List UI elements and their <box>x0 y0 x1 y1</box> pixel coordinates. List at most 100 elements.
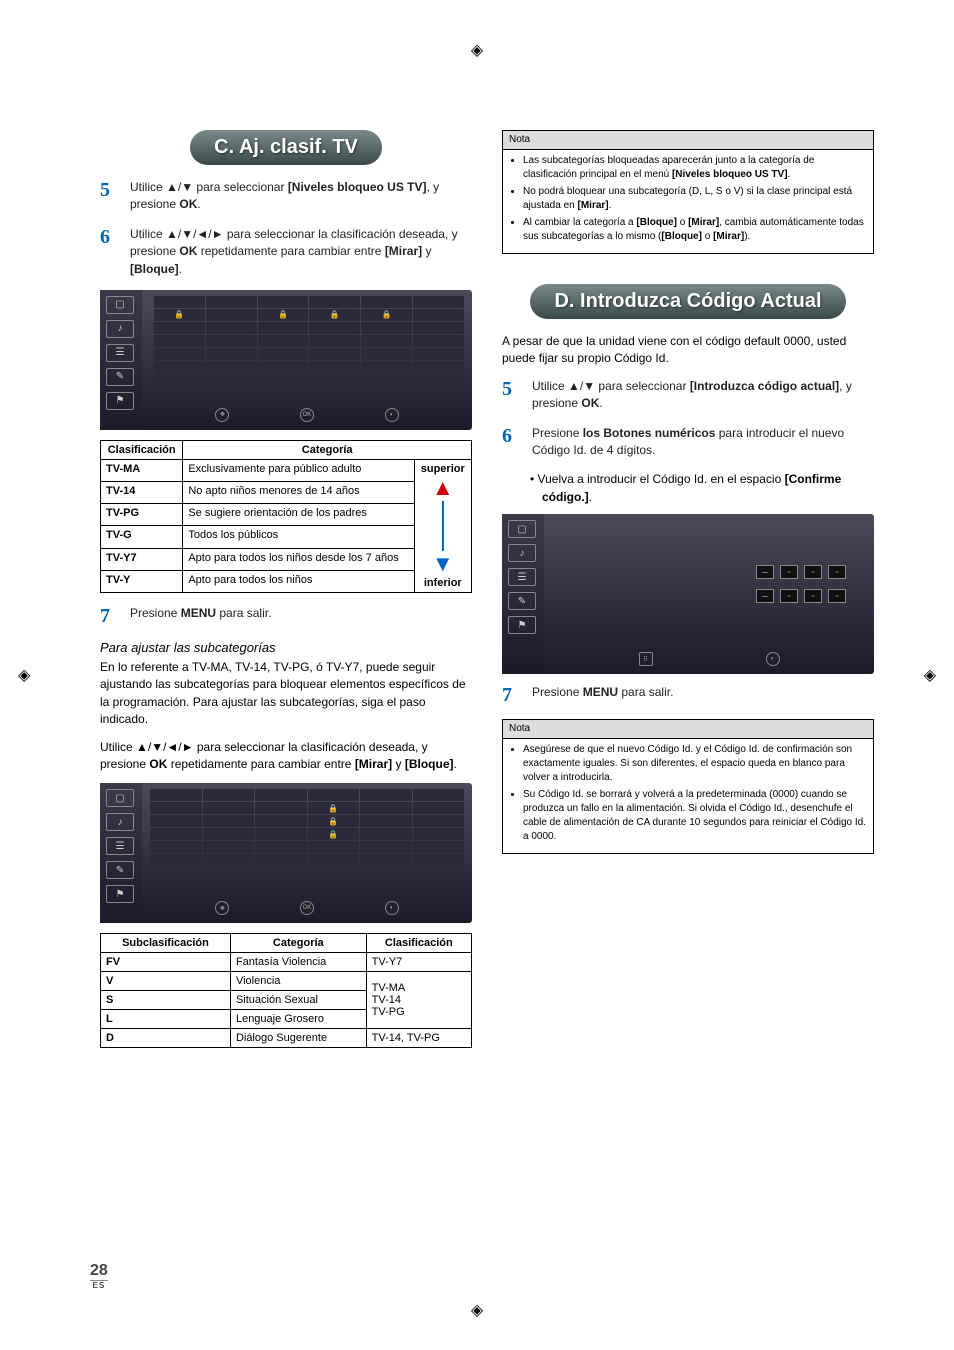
table-cell: Todos los públicos <box>183 526 414 548</box>
sidebar-picture-icon: ▢ <box>508 520 536 538</box>
note-item: No podrá bloquear una subcategoría (D, L… <box>523 185 867 213</box>
crop-mark-icon: ◈ <box>471 1300 483 1320</box>
table-row: D <box>101 1029 231 1048</box>
code-digit: - <box>828 589 846 603</box>
table-cell: TV-14, TV-PG <box>366 1029 471 1048</box>
th-subclass: Subclasificación <box>101 934 231 953</box>
subcategories-para: En lo referente a TV-MA, TV-14, TV-PG, ó… <box>100 659 472 729</box>
step-d7-text: Presione MENU para salir. <box>532 684 673 707</box>
code-digit: - <box>780 565 798 579</box>
osd-screenshot-subratings: ▢ ♪ ☰ ✎ ⚑ 🔒 🔒 🔒 <box>100 783 472 923</box>
inferior-label: inferior <box>424 577 462 589</box>
step-number: 6 <box>100 226 118 278</box>
section-c-title: C. Aj. clasif. TV <box>190 130 382 165</box>
th-category: Categoría <box>230 934 366 953</box>
table-cell: Apto para todos los niños desde los 7 añ… <box>183 548 414 570</box>
sidebar-picture-icon: ▢ <box>106 789 134 807</box>
sidebar-sound-icon: ♪ <box>508 544 536 562</box>
note-box-1: Nota Las subcategorías bloqueadas aparec… <box>502 130 874 254</box>
crop-mark-icon: ◈ <box>924 665 936 685</box>
table-cell: Se sugiere orientación de los padres <box>183 504 414 526</box>
table-row: V <box>101 972 231 991</box>
page-lang: ES <box>90 1280 108 1290</box>
sidebar-features-icon: ☰ <box>508 568 536 586</box>
code-digit: - <box>804 589 822 603</box>
step-d5-text: Utilice ▲/▼ para seleccionar [Introduzca… <box>532 378 874 413</box>
table-row: TV-MA <box>101 459 183 481</box>
note-item: Su Código Id. se borrará y volverá a la … <box>523 788 867 844</box>
ok-icon: OK <box>300 901 314 915</box>
sidebar-sound-icon: ♪ <box>106 813 134 831</box>
code-input-row: – - - - <box>572 565 846 579</box>
sidebar-setup-icon: ⚑ <box>106 885 134 903</box>
page-number: 28 ES <box>90 1262 108 1290</box>
step-7-text: Presione MENU para salir. <box>130 605 271 628</box>
table-row: TV-14 <box>101 482 183 504</box>
table-row: TV-G <box>101 526 183 548</box>
table-row: FV <box>101 953 231 972</box>
note-item: Al cambiar la categoría a [Bloque] o [Mi… <box>523 216 867 244</box>
section-d-intro: A pesar de que la unidad viene con el có… <box>502 333 874 368</box>
sidebar-lang-icon: ✎ <box>508 592 536 610</box>
sidebar-setup-icon: ⚑ <box>106 392 134 410</box>
keypad-icon: ⠿ <box>639 652 653 666</box>
superior-label: superior <box>421 463 465 475</box>
right-column: Nota Las subcategorías bloqueadas aparec… <box>502 130 874 1060</box>
sidebar-picture-icon: ▢ <box>106 296 134 314</box>
step-6-text: Utilice ▲/▼/◄/► para seleccionar la clas… <box>130 226 472 278</box>
sidebar-setup-icon: ⚑ <box>508 616 536 634</box>
step-number: 5 <box>100 179 118 214</box>
sidebar-features-icon: ☰ <box>106 344 134 362</box>
osd-screenshot-ratings: ▢ ♪ ☰ ✎ ⚑ 🔒🔒🔒🔒 <box>100 290 472 430</box>
code-digit: - <box>780 589 798 603</box>
code-digit: – <box>756 565 774 579</box>
note-title: Nota <box>503 131 873 150</box>
table-cell: Lenguaje Grosero <box>230 1010 366 1029</box>
ratings-table: Clasificación Categoría TV-MAExclusivame… <box>100 440 472 593</box>
table-row: L <box>101 1010 231 1029</box>
note-item: Asegúrese de que el nuevo Código Id. y e… <box>523 743 867 785</box>
table-row: TV-PG <box>101 504 183 526</box>
step-5-text: Utilice ▲/▼ para seleccionar [Niveles bl… <box>130 179 472 214</box>
table-cell: Apto para todos los niños <box>183 570 414 592</box>
note-item: Las subcategorías bloqueadas aparecerán … <box>523 154 867 182</box>
ok-icon: OK <box>300 408 314 422</box>
th-category: Categoría <box>183 440 472 459</box>
back-icon: ◐ <box>766 652 780 666</box>
back-icon: ◐ <box>385 901 399 915</box>
subcategories-heading: Para ajustar las subcategorías <box>100 640 472 655</box>
code-confirm-row: – - - - <box>572 589 846 603</box>
crop-mark-icon: ◈ <box>471 40 483 60</box>
table-row: S <box>101 991 231 1010</box>
table-cell-group: TV-MA TV-14 TV-PG <box>366 972 471 1029</box>
section-d-title: D. Introduzca Código Actual <box>530 284 845 319</box>
sidebar-sound-icon: ♪ <box>106 320 134 338</box>
nav-arrows-icon: ✥ <box>215 901 229 915</box>
nav-arrows-icon: ✥ <box>215 408 229 422</box>
table-row: TV-Y7 <box>101 548 183 570</box>
step-d6-text: Presione los Botones numéricos para intr… <box>532 425 874 460</box>
table-cell: Violencia <box>230 972 366 991</box>
table-cell: TV-Y7 <box>366 953 471 972</box>
osd-screenshot-code: ▢ ♪ ☰ ✎ ⚑ – - - - – - - <box>502 514 874 674</box>
sidebar-lang-icon: ✎ <box>106 368 134 386</box>
table-cell: Situación Sexual <box>230 991 366 1010</box>
table-cell: Exclusivamente para público adulto <box>183 459 414 481</box>
code-digit: – <box>756 589 774 603</box>
arrow-column: superior▲▼inferior <box>414 459 471 592</box>
table-cell: Fantasía Violencia <box>230 953 366 972</box>
step-number: 7 <box>100 605 118 628</box>
sidebar-lang-icon: ✎ <box>106 861 134 879</box>
step-number: 5 <box>502 378 520 413</box>
note-title: Nota <box>503 720 873 739</box>
subratings-table: Subclasificación Categoría Clasificación… <box>100 933 472 1048</box>
table-cell: No apto niños menores de 14 años <box>183 482 414 504</box>
page-number-value: 28 <box>90 1262 108 1280</box>
step-number: 6 <box>502 425 520 460</box>
th-class: Clasificación <box>366 934 471 953</box>
step-d6-sub: • Vuelva a introducir el Código Id. en e… <box>530 471 874 506</box>
left-column: C. Aj. clasif. TV 5 Utilice ▲/▼ para sel… <box>100 130 472 1060</box>
th-classification: Clasificación <box>101 440 183 459</box>
table-cell: Diálogo Sugerente <box>230 1029 366 1048</box>
step-number: 7 <box>502 684 520 707</box>
